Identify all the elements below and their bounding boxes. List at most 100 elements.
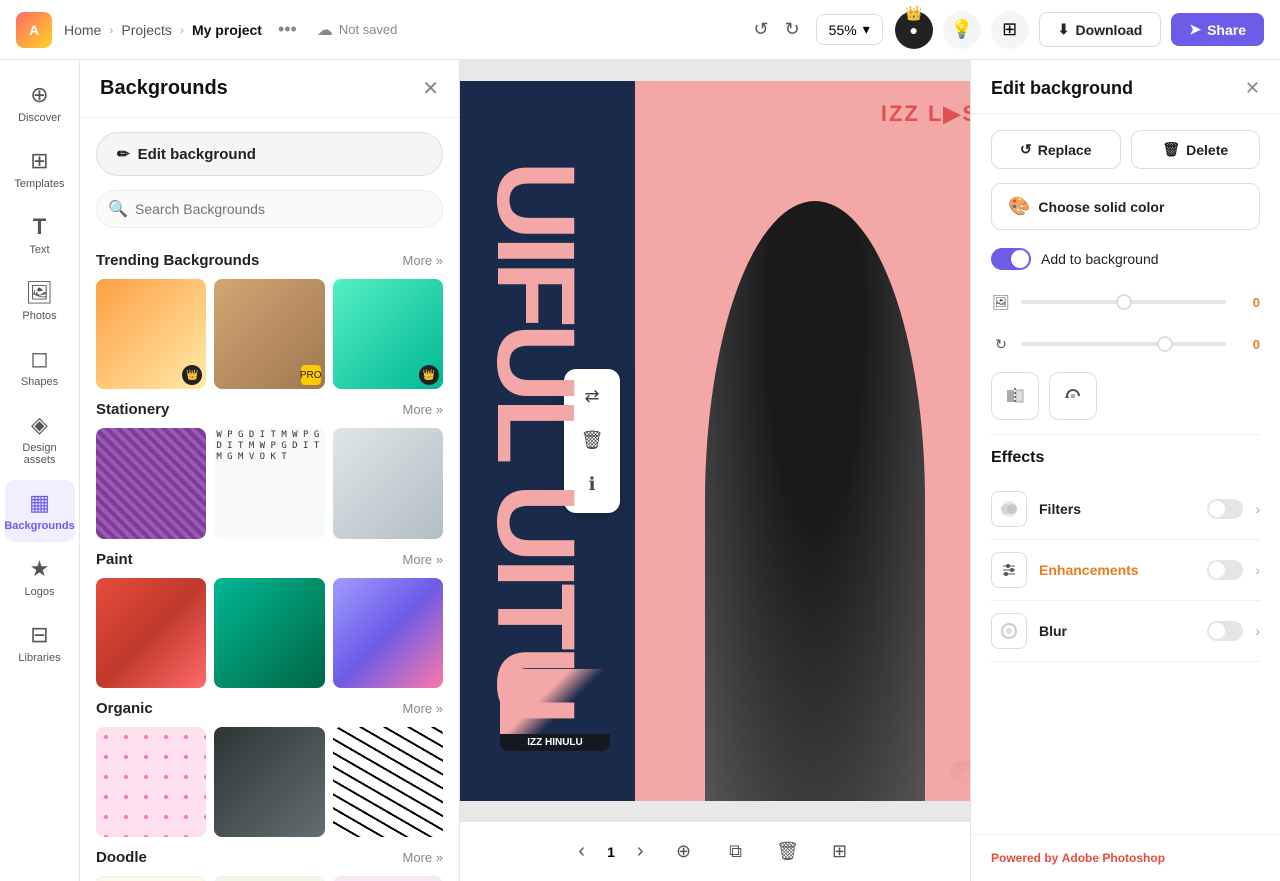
- sidebar-item-templates[interactable]: ⊞ Templates: [5, 138, 75, 200]
- choose-solid-color-button[interactable]: 🎨 Choose solid color: [991, 183, 1260, 230]
- bg-thumb-purple-abstract[interactable]: [333, 578, 443, 688]
- next-page-button[interactable]: ›: [631, 834, 650, 869]
- slider2-icon: ↻: [991, 334, 1011, 354]
- replace-icon: ↺: [1020, 141, 1032, 158]
- blur-toggle[interactable]: [1207, 621, 1243, 641]
- bg-thumb-pink-dots[interactable]: [96, 727, 206, 837]
- canvas-inner[interactable]: UIFUL UITU IZZ L▶S 4: [460, 81, 970, 801]
- filters-icon: [991, 491, 1027, 527]
- delete-button[interactable]: 🗑 Delete: [1131, 130, 1261, 169]
- filters-label: Filters: [1039, 501, 1195, 517]
- right-panel-header: Edit background ✕: [971, 60, 1280, 114]
- design-assets-icon: ◈: [31, 412, 48, 438]
- undo-button[interactable]: ↺: [749, 15, 772, 44]
- slider2-thumb[interactable]: [1157, 336, 1173, 352]
- bg-thumb-doodle3[interactable]: [333, 876, 443, 881]
- canvas-area: UIFUL UITU IZZ L▶S 4 ⇄ 🗑 ℹ: [460, 60, 970, 881]
- sidebar-item-text[interactable]: T Text: [5, 204, 75, 266]
- app-logo[interactable]: A: [16, 12, 52, 48]
- sidebar-item-design-assets[interactable]: ◈ Design assets: [5, 402, 75, 476]
- blur-label: Blur: [1039, 623, 1195, 639]
- grid-view-button[interactable]: ⊞: [822, 834, 858, 870]
- slider-row-1: 🖼 0: [991, 288, 1260, 316]
- stationery-more[interactable]: More »: [403, 402, 443, 417]
- bg-thumb-purple-stripe[interactable]: [96, 428, 206, 538]
- templates-icon: ⊞: [30, 148, 48, 174]
- panel-header: Backgrounds ✕: [80, 60, 459, 118]
- bg-thumb-fade-gray[interactable]: [333, 428, 443, 538]
- edit-background-button[interactable]: ✏ Edit background: [96, 132, 443, 176]
- organic-more[interactable]: More »: [403, 701, 443, 716]
- slider1-icon: 🖼: [991, 292, 1011, 312]
- slider1-value: 0: [1236, 295, 1260, 310]
- bg-thumb-brown[interactable]: PRO: [214, 279, 324, 389]
- slider2-value: 0: [1236, 337, 1260, 352]
- bg-thumb-dark-green[interactable]: [214, 578, 324, 688]
- sidebar-item-photos[interactable]: 🖼 Photos: [5, 270, 75, 332]
- breadcrumb-home[interactable]: Home: [64, 22, 101, 38]
- doodle-section-header: Doodle More »: [96, 849, 443, 866]
- rotate-icon: [1063, 386, 1083, 406]
- zoom-control[interactable]: 55% ▾: [816, 14, 883, 45]
- breadcrumb: Home › Projects › My project: [64, 22, 262, 38]
- panel-close-button[interactable]: ✕: [422, 76, 439, 101]
- slider1-thumb[interactable]: [1116, 294, 1132, 310]
- sidebar-item-backgrounds[interactable]: ▦ Backgrounds: [5, 480, 75, 542]
- bg-thumb-green[interactable]: 👑: [333, 279, 443, 389]
- bg-thumb-doodle1[interactable]: [96, 876, 206, 881]
- delete-page-button[interactable]: 🗑: [770, 834, 806, 870]
- more-options-button[interactable]: •••: [278, 19, 297, 40]
- right-panel-close-button[interactable]: ✕: [1245, 78, 1260, 99]
- add-to-background-toggle[interactable]: [991, 248, 1031, 270]
- breadcrumb-projects[interactable]: Projects: [121, 22, 172, 38]
- powered-by: Powered by Adobe Photoshop: [971, 834, 1280, 881]
- copy-page-button[interactable]: ⧉: [718, 834, 754, 870]
- flip-button[interactable]: [991, 372, 1039, 420]
- blur-chevron-icon[interactable]: ›: [1255, 623, 1260, 639]
- trending-more[interactable]: More »: [403, 253, 443, 268]
- sidebar-item-libraries[interactable]: ⊟ Libraries: [5, 612, 75, 674]
- doodle-grid: [96, 876, 443, 881]
- crown-badge: 👑: [419, 365, 439, 385]
- slider2-track[interactable]: [1021, 342, 1226, 346]
- bg-thumb-doodle2[interactable]: [214, 876, 324, 881]
- doodle-more[interactable]: More »: [403, 850, 443, 865]
- bg-thumb-bw-waves[interactable]: [333, 727, 443, 837]
- redo-button[interactable]: ↻: [781, 15, 804, 44]
- enhancements-chevron-icon[interactable]: ›: [1255, 562, 1260, 578]
- share-button[interactable]: ➤ Share: [1171, 13, 1264, 46]
- paint-more[interactable]: More »: [403, 552, 443, 567]
- replace-button[interactable]: ↺ Replace: [991, 130, 1121, 169]
- search-box: 🔍: [96, 190, 443, 228]
- sidebar-item-shapes[interactable]: ◻ Shapes: [5, 336, 75, 398]
- download-button[interactable]: ⬇ Download: [1039, 12, 1162, 47]
- bg-thumb-orange-floral[interactable]: 👑: [96, 279, 206, 389]
- prev-page-button[interactable]: ‹: [572, 834, 591, 869]
- bg-thumb-red-paint[interactable]: [96, 578, 206, 688]
- rotate-button[interactable]: [1049, 372, 1097, 420]
- canvas-left: UIFUL UITU: [460, 81, 635, 801]
- effect-enhancements-row: Enhancements ›: [991, 540, 1260, 601]
- sidebar-item-logos[interactable]: ★ Logos: [5, 546, 75, 608]
- sidebar-item-discover[interactable]: ⊕ Discover: [5, 72, 75, 134]
- sidebar-icons: ⊕ Discover ⊞ Templates T Text 🖼 Photos ◻…: [0, 60, 80, 881]
- paint-grid: [96, 578, 443, 688]
- canvas-right: IZZ L▶S: [635, 81, 970, 801]
- grid-icon-button[interactable]: ⊞: [991, 11, 1029, 49]
- bg-thumb-dark-floral[interactable]: [214, 727, 324, 837]
- logos-icon: ★: [30, 556, 50, 582]
- backgrounds-panel: Backgrounds ✕ ✏ Edit background 🔍 Trendi…: [80, 60, 460, 881]
- add-page-button[interactable]: ⊕: [666, 834, 702, 870]
- breadcrumb-current: My project: [192, 22, 262, 38]
- bg-thumb-letters[interactable]: W P G D I T M W P G D I T M W P G D I T …: [214, 428, 324, 538]
- enhancements-toggle[interactable]: [1207, 560, 1243, 580]
- bulb-icon-button[interactable]: 💡: [943, 11, 981, 49]
- page-number: 1: [607, 844, 615, 860]
- stationery-section-header: Stationery More »: [96, 401, 443, 418]
- slider1-track[interactable]: [1021, 300, 1226, 304]
- user-avatar[interactable]: 👑 ●: [895, 11, 933, 49]
- filters-toggle[interactable]: [1207, 499, 1243, 519]
- search-input[interactable]: [96, 190, 443, 228]
- zoom-chevron-icon: ▾: [863, 21, 870, 38]
- filters-chevron-icon[interactable]: ›: [1255, 501, 1260, 517]
